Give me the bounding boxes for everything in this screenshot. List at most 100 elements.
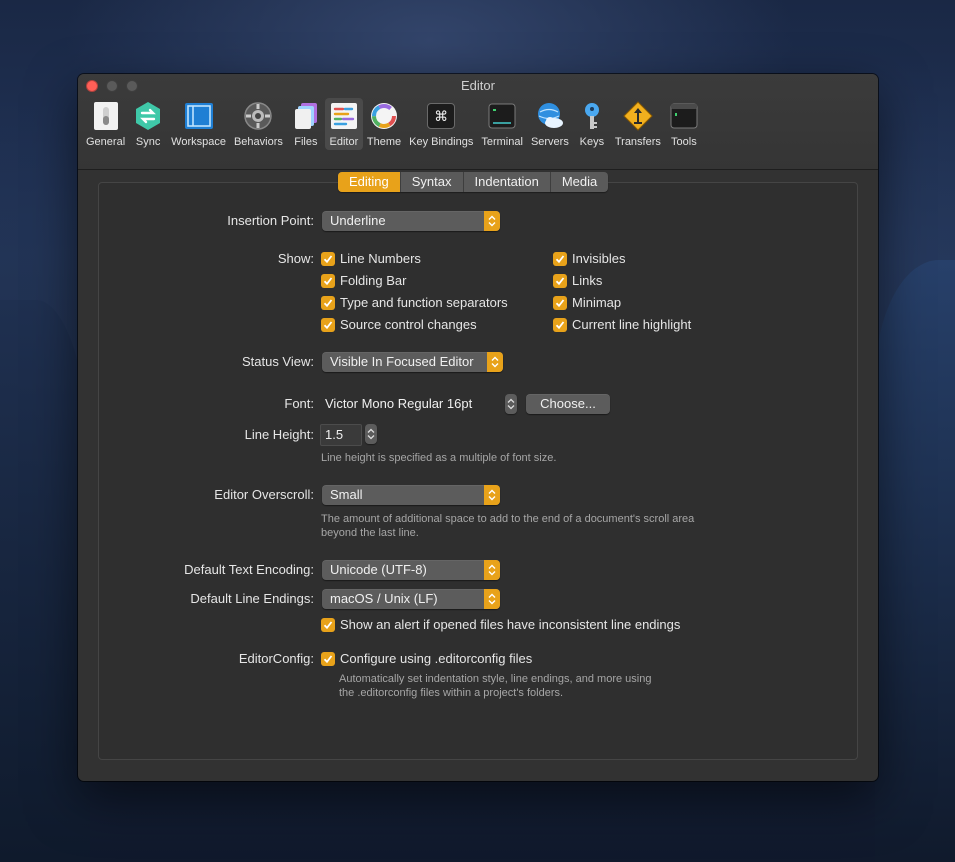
overscroll-popup[interactable]: Small bbox=[322, 485, 500, 505]
font-size-stepper[interactable] bbox=[505, 394, 517, 414]
toolbar-item-files[interactable]: Files bbox=[287, 98, 325, 150]
line-height-stepper[interactable] bbox=[365, 424, 377, 444]
toolbar-label: Sync bbox=[135, 136, 161, 148]
key-icon bbox=[577, 101, 607, 131]
terminal-icon bbox=[487, 101, 517, 131]
checkbox-label: Source control changes bbox=[340, 317, 477, 332]
tab-editing[interactable]: Editing bbox=[338, 172, 401, 192]
line-endings-popup[interactable]: macOS / Unix (LF) bbox=[322, 589, 500, 609]
workspace-icon bbox=[184, 101, 214, 131]
toolbar-label: Tools bbox=[671, 136, 697, 148]
checkmark-icon bbox=[553, 251, 567, 266]
toolbar-label: Theme bbox=[366, 136, 402, 148]
toolbar-label: Files bbox=[294, 136, 318, 148]
toolbar-item-behaviors[interactable]: Behaviors bbox=[230, 98, 287, 150]
checkbox-label: Folding Bar bbox=[340, 273, 407, 288]
checkmark-icon bbox=[321, 273, 335, 288]
encoding-value: Unicode (UTF-8) bbox=[330, 562, 427, 577]
toolbar-item-transfers[interactable]: Transfers bbox=[611, 98, 665, 150]
titlebar: Editor General Sync Workspace Behaviors … bbox=[78, 74, 878, 170]
checkmark-icon bbox=[321, 617, 335, 632]
wallpaper-rock-left bbox=[0, 300, 90, 862]
font-field: Victor Mono Regular 16pt bbox=[325, 396, 473, 411]
toolbar-label: Behaviors bbox=[233, 136, 283, 148]
status-view-label: Status View: bbox=[241, 354, 314, 369]
checkbox-current-line-highlight[interactable]: Current line highlight bbox=[553, 317, 691, 332]
tab-bar: Editing Syntax Indentation Media bbox=[338, 172, 609, 192]
toolbar-label: Terminal bbox=[481, 136, 523, 148]
toolbar-item-tools[interactable]: Tools bbox=[665, 98, 703, 150]
checkmark-icon bbox=[321, 317, 335, 332]
toolbar-item-key-bindings[interactable]: ⌘ Key Bindings bbox=[405, 98, 477, 150]
window-title: Editor bbox=[461, 78, 495, 93]
checkbox-label: Minimap bbox=[572, 295, 622, 310]
editor-icon bbox=[329, 101, 359, 131]
checkbox-folding-bar[interactable]: Folding Bar bbox=[321, 273, 406, 288]
toolbar-item-keys[interactable]: Keys bbox=[573, 98, 611, 150]
tools-icon bbox=[669, 101, 699, 131]
line-endings-label: Default Line Endings: bbox=[190, 591, 314, 606]
toolbar-label: Key Bindings bbox=[409, 136, 474, 148]
checkbox-editorconfig[interactable]: Configure using .editorconfig files bbox=[321, 651, 532, 666]
checkmark-icon bbox=[553, 317, 567, 332]
checkbox-links[interactable]: Links bbox=[553, 273, 602, 288]
line-height-input[interactable]: 1.5 bbox=[320, 424, 362, 446]
editorconfig-note-line1: Automatically set indentation style, lin… bbox=[339, 673, 652, 685]
line-height-note: Line height is specified as a multiple o… bbox=[321, 452, 557, 464]
checkbox-label: Invisibles bbox=[572, 251, 626, 266]
toolbar-label: Editor bbox=[329, 136, 359, 148]
checkbox-source-control-changes[interactable]: Source control changes bbox=[321, 317, 477, 332]
checkbox-minimap[interactable]: Minimap bbox=[553, 295, 621, 310]
command-key-icon: ⌘ bbox=[426, 101, 456, 131]
files-icon bbox=[291, 101, 321, 131]
overscroll-note-line1: The amount of additional space to add to… bbox=[321, 513, 695, 525]
toolbar-item-workspace[interactable]: Workspace bbox=[167, 98, 230, 150]
checkbox-label: Current line highlight bbox=[572, 317, 692, 332]
show-label: Show: bbox=[277, 251, 314, 266]
theme-icon bbox=[369, 101, 399, 131]
encoding-popup[interactable]: Unicode (UTF-8) bbox=[322, 560, 500, 580]
toolbar-label: Servers bbox=[530, 136, 569, 148]
checkmark-icon bbox=[321, 251, 335, 266]
checkbox-line-numbers[interactable]: Line Numbers bbox=[321, 251, 421, 266]
overscroll-note-line2: beyond the last line. bbox=[321, 527, 419, 539]
checkbox-label: Line Numbers bbox=[340, 251, 421, 266]
checkmark-icon bbox=[321, 295, 335, 310]
checkbox-inconsistent-line-endings-alert[interactable]: Show an alert if opened files have incon… bbox=[321, 617, 680, 632]
choose-font-button[interactable]: Choose... bbox=[526, 394, 610, 414]
editorconfig-label: EditorConfig: bbox=[238, 651, 314, 666]
tab-syntax[interactable]: Syntax bbox=[401, 172, 464, 192]
sync-icon bbox=[133, 101, 163, 131]
overscroll-label: Editor Overscroll: bbox=[214, 487, 314, 502]
chevron-updown-icon bbox=[484, 485, 500, 505]
chevron-updown-icon bbox=[484, 211, 500, 231]
checkbox-type-function-separators[interactable]: Type and function separators bbox=[321, 295, 508, 310]
toolbar-item-general[interactable]: General bbox=[82, 98, 129, 150]
status-view-value: Visible In Focused Editor bbox=[330, 354, 474, 369]
line-height-label: Line Height: bbox=[244, 427, 314, 442]
checkmark-icon bbox=[553, 295, 567, 310]
checkbox-invisibles[interactable]: Invisibles bbox=[553, 251, 625, 266]
toolbar-item-sync[interactable]: Sync bbox=[129, 98, 167, 150]
tab-media[interactable]: Media bbox=[551, 172, 608, 192]
overscroll-value: Small bbox=[330, 487, 363, 502]
chevron-updown-icon bbox=[484, 560, 500, 580]
toolbar-item-servers[interactable]: Servers bbox=[527, 98, 573, 150]
toolbar-item-editor[interactable]: Editor bbox=[324, 98, 363, 150]
toolbar-item-terminal[interactable]: Terminal bbox=[477, 98, 527, 150]
checkbox-label: Type and function separators bbox=[340, 295, 508, 310]
insertion-point-label: Insertion Point: bbox=[227, 213, 314, 228]
tab-indentation[interactable]: Indentation bbox=[464, 172, 551, 192]
insertion-point-popup[interactable]: Underline bbox=[322, 211, 500, 231]
status-view-popup[interactable]: Visible In Focused Editor bbox=[322, 352, 503, 372]
servers-icon bbox=[535, 101, 565, 131]
chevron-updown-icon bbox=[484, 589, 500, 609]
toolbar-label: Transfers bbox=[614, 136, 661, 148]
transfers-icon bbox=[623, 101, 653, 131]
command-symbol: ⌘ bbox=[427, 103, 456, 129]
toolbar-item-theme[interactable]: Theme bbox=[363, 98, 405, 150]
preferences-toolbar: General Sync Workspace Behaviors Files E… bbox=[82, 98, 703, 150]
checkbox-label: Configure using .editorconfig files bbox=[340, 651, 533, 666]
checkbox-label: Show an alert if opened files have incon… bbox=[340, 617, 681, 632]
encoding-label: Default Text Encoding: bbox=[184, 562, 314, 577]
